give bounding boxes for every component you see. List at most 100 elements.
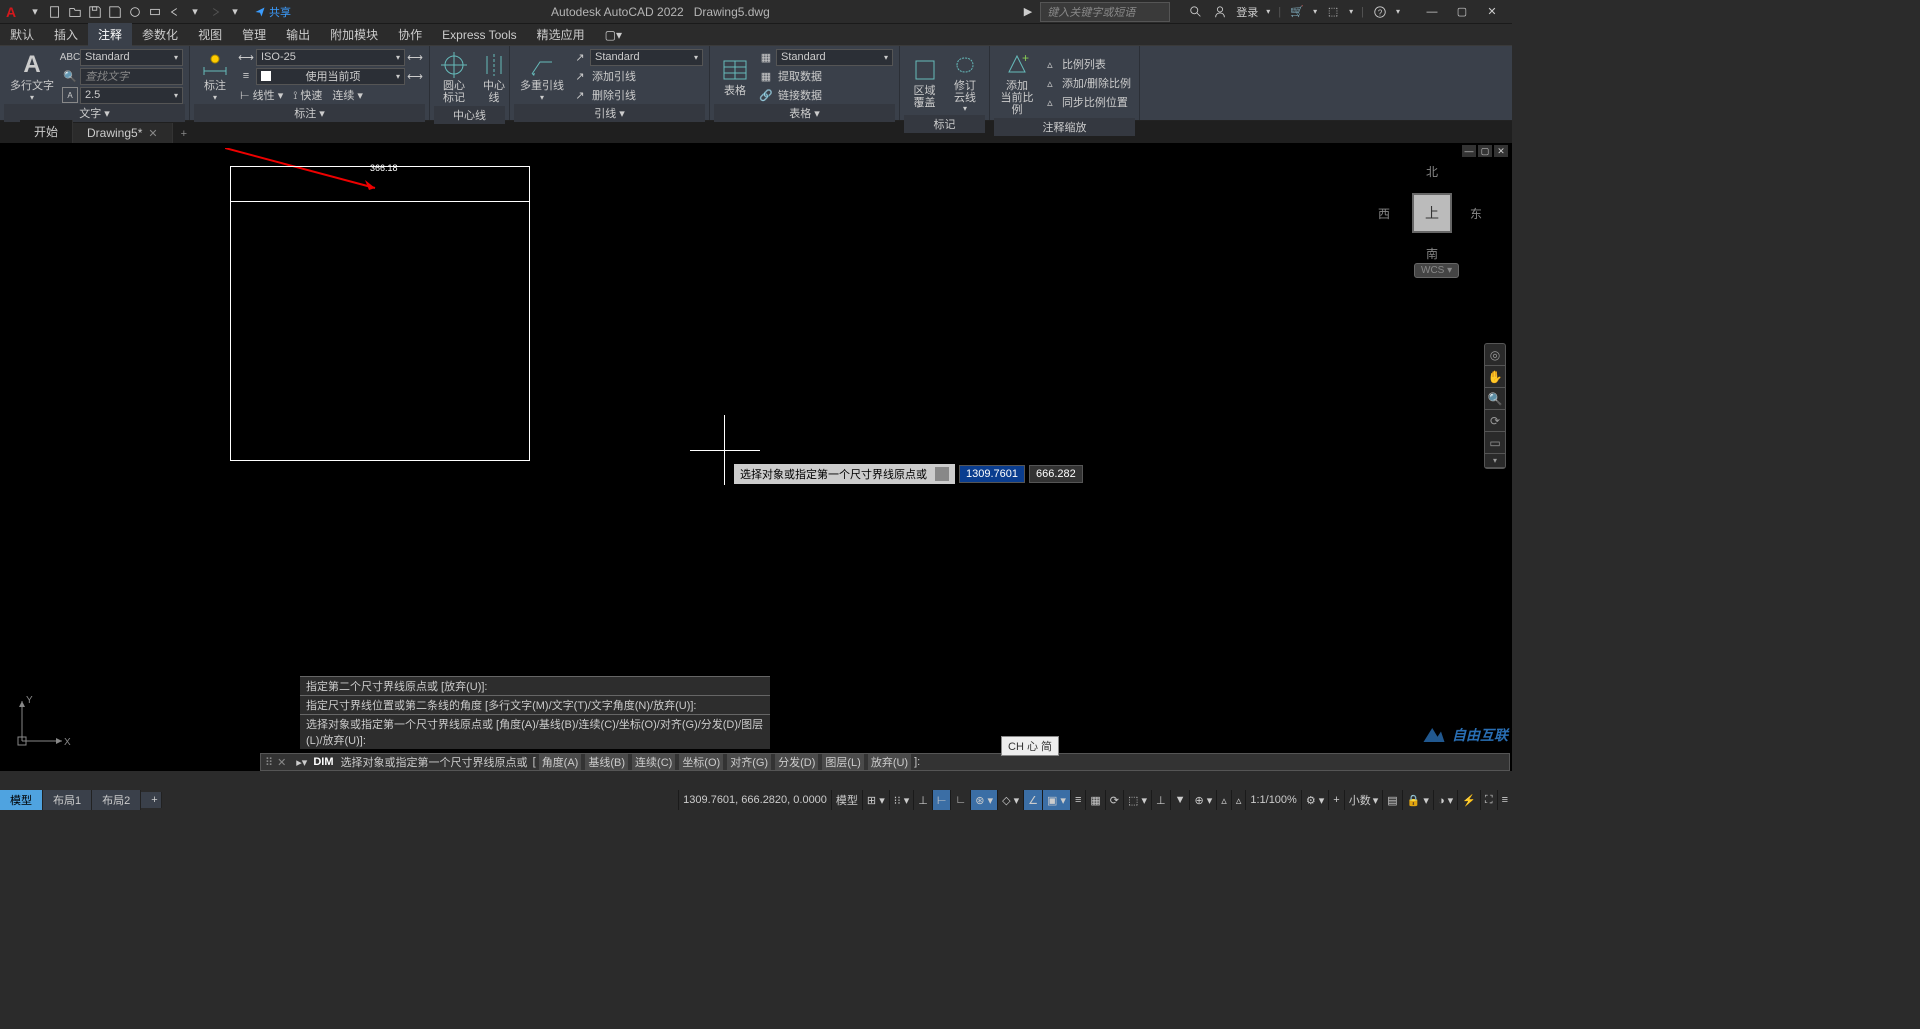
sb-model[interactable]: 模型	[831, 790, 862, 810]
help-icon[interactable]: ?	[1372, 4, 1388, 20]
link-icon[interactable]: 🔗	[758, 87, 774, 103]
dimension-button[interactable]: 标注 ▾	[194, 48, 236, 104]
viewport-minimize-icon[interactable]: —	[1462, 145, 1476, 157]
sb-dyninput-icon[interactable]: ⊢	[932, 790, 951, 810]
panel-table-title[interactable]: 表格 ▾	[714, 104, 895, 122]
mleader-button[interactable]: 多重引线 ▾	[514, 48, 570, 104]
dimstyle-combo[interactable]: ISO-25▾	[256, 49, 405, 66]
redo-dropdown-icon[interactable]: ▾	[226, 3, 244, 21]
sync-button[interactable]: 同步比例位置	[1060, 94, 1130, 110]
tablestyle-combo[interactable]: Standard▾	[776, 49, 893, 66]
layout-add-button[interactable]: +	[141, 792, 162, 808]
textstyle-combo[interactable]: Standard▾	[80, 49, 183, 66]
tab-express[interactable]: Express Tools	[432, 25, 526, 45]
scalelist-button[interactable]: 比例列表	[1060, 56, 1108, 72]
new-icon[interactable]	[46, 3, 64, 21]
sb-infer-icon[interactable]: ⊥	[913, 790, 932, 810]
nav-showmotion-icon[interactable]: ▭	[1485, 432, 1505, 454]
sb-clean-icon[interactable]: ⛶	[1480, 790, 1497, 810]
scalelist-icon[interactable]: ▵	[1042, 56, 1058, 72]
sb-lineweight-icon[interactable]: ≡	[1070, 790, 1085, 810]
cmd-opt[interactable]: 图层(L)	[822, 754, 863, 770]
layout-tab-2[interactable]: 布局2	[92, 790, 141, 810]
rectangle-object[interactable]	[230, 201, 530, 461]
sb-units[interactable]: 小数 ▾	[1344, 790, 1383, 810]
extract-icon[interactable]: ▦	[758, 68, 774, 84]
command-line[interactable]: ⠿ ✕ ▸▾ DIM 选择对象或指定第一个尺寸界线原点或 [ 角度(A) 基线(…	[260, 753, 1510, 771]
centermark-button[interactable]: 圆心 标记	[434, 48, 474, 106]
sb-snap-icon[interactable]: ⁝⁝ ▾	[889, 790, 914, 810]
dynamic-y-input[interactable]: 666.282	[1029, 465, 1083, 483]
search-input[interactable]: 键入关键字或短语	[1040, 2, 1170, 22]
sb-hardware-icon[interactable]: ⚡	[1457, 790, 1480, 810]
sb-cycling-icon[interactable]: ⟳	[1105, 790, 1123, 810]
minimize-button[interactable]: —	[1418, 2, 1446, 22]
sb-annoscale[interactable]: 1:1/100%	[1245, 790, 1300, 810]
addleader-icon[interactable]: ↗	[572, 68, 588, 84]
nav-orbit-icon[interactable]: ⟳	[1485, 410, 1505, 432]
tab-default[interactable]: 默认	[0, 23, 44, 46]
viewcube-s[interactable]: 南	[1426, 245, 1438, 262]
cmd-opt[interactable]: 角度(A)	[539, 754, 582, 770]
tab-manage[interactable]: 管理	[232, 23, 276, 46]
addleader-button[interactable]: 添加引线	[590, 68, 638, 84]
share-button[interactable]: 共享	[248, 4, 297, 20]
panel-leader-title[interactable]: 引线 ▾	[514, 104, 705, 122]
login-button[interactable]: 登录	[1236, 4, 1258, 20]
close-button[interactable]: ✕	[1478, 2, 1506, 22]
user-icon[interactable]	[1212, 4, 1228, 20]
sb-workspace-icon[interactable]: ⚙ ▾	[1301, 790, 1328, 810]
link-button[interactable]: 链接数据	[776, 87, 824, 103]
dimlayer-combo[interactable]: 使用当前项▾	[256, 68, 405, 85]
sb-quickprops-icon[interactable]: ▤	[1382, 790, 1401, 810]
nav-zoom-icon[interactable]: 🔍	[1485, 388, 1505, 410]
close-tab-icon[interactable]: ✕	[148, 127, 157, 140]
dimstyle-mgr-icon[interactable]: ⟷	[407, 49, 423, 65]
cmd-opt[interactable]: 连续(C)	[632, 754, 675, 770]
layout-tab-1[interactable]: 布局1	[43, 790, 92, 810]
redo-icon[interactable]	[206, 3, 224, 21]
nav-wheel-icon[interactable]: ◎	[1485, 344, 1505, 366]
save-icon[interactable]	[86, 3, 104, 21]
cmd-opt[interactable]: 坐标(O)	[679, 754, 723, 770]
app-icon[interactable]: ⬚	[1325, 4, 1341, 20]
sync-icon[interactable]: ▵	[1042, 94, 1058, 110]
centerline-button[interactable]: 中心线	[474, 48, 514, 106]
cmdline-handle-icon[interactable]: ⠿	[265, 756, 273, 769]
cart-icon[interactable]: 🛒	[1289, 4, 1305, 20]
mleaderstyle-combo[interactable]: Standard▾	[590, 49, 703, 66]
tab-featured[interactable]: 精选应用	[527, 23, 595, 46]
tab-output[interactable]: 输出	[276, 23, 320, 46]
drawing-area[interactable]: — ▢ ✕ 366.18 选择对象或指定第一个尺寸界线原点或 1309.7601…	[0, 143, 1512, 771]
sb-iso-icon[interactable]: ◇ ▾	[997, 790, 1023, 810]
sb-polar-icon[interactable]: ⊛ ▾	[970, 790, 997, 810]
sb-annoscale-auto-icon[interactable]: ▵	[1231, 790, 1246, 810]
sb-annomon-icon[interactable]: +	[1328, 790, 1343, 810]
dimoverride-icon[interactable]: ⟷	[407, 68, 423, 84]
tab-addins[interactable]: 附加模块	[320, 23, 388, 46]
sb-annoscale-vis-icon[interactable]: ▵	[1216, 790, 1231, 810]
sb-grid-icon[interactable]: ⊞ ▾	[862, 790, 889, 810]
sb-otrack-icon[interactable]: ∠	[1023, 790, 1042, 810]
add-tab-button[interactable]: +	[173, 125, 195, 143]
open-icon[interactable]	[66, 3, 84, 21]
sb-ortho-icon[interactable]: ∟	[950, 790, 970, 810]
sb-isolate-icon[interactable]: ◑ ▾	[1433, 790, 1457, 810]
adddel-icon[interactable]: ▵	[1042, 75, 1058, 91]
sb-filter-icon[interactable]: ▼	[1170, 790, 1190, 810]
undo-icon[interactable]	[166, 3, 184, 21]
find-input[interactable]: 查找文字	[80, 68, 183, 85]
tab-view[interactable]: 视图	[188, 23, 232, 46]
sb-3dosnap-icon[interactable]: ⬚ ▾	[1123, 790, 1151, 810]
adddel-button[interactable]: 添加/删除比例	[1060, 75, 1133, 91]
sb-dynucs-icon[interactable]: ⊥	[1151, 790, 1170, 810]
addscale-button[interactable]: + 添加 当前比例	[994, 48, 1040, 118]
start-tab[interactable]: 开始	[20, 120, 73, 143]
viewcube-n[interactable]: 北	[1426, 163, 1438, 180]
cmdline-close-icon[interactable]: ✕	[277, 756, 286, 769]
tab-parametric[interactable]: 参数化	[132, 23, 188, 46]
extract-button[interactable]: 提取数据	[776, 68, 824, 84]
tab-annotate[interactable]: 注释	[88, 23, 132, 46]
maximize-button[interactable]: ▢	[1448, 2, 1476, 22]
tab-insert[interactable]: 插入	[44, 23, 88, 46]
